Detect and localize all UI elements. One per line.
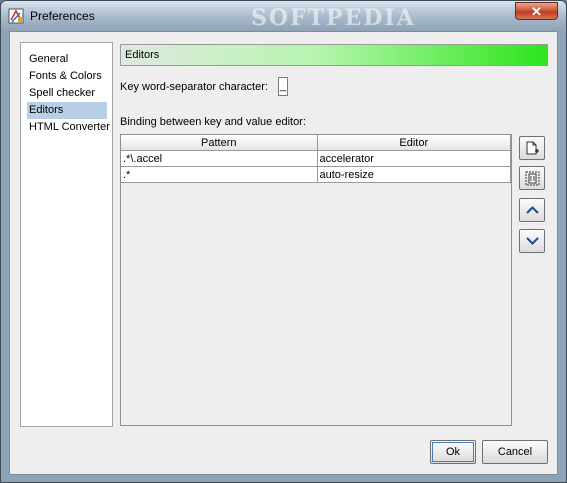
category-list: General Fonts & Colors Spell checker Edi… <box>20 42 113 427</box>
separator-input[interactable]: _ <box>278 77 288 96</box>
title-bar[interactable]: Preferences SOFTPEDIA ✕ <box>1 1 566 31</box>
column-header-pattern[interactable]: Pattern <box>121 135 318 151</box>
delete-row-icon <box>525 171 540 186</box>
category-item-spell-checker[interactable]: Spell checker <box>27 85 107 102</box>
separator-label: Key word-separator character: <box>120 81 268 93</box>
preferences-window: Preferences SOFTPEDIA ✕ General Fonts & … <box>0 0 567 483</box>
app-icon <box>8 8 24 24</box>
add-row-button[interactable] <box>519 136 545 160</box>
add-row-icon <box>526 141 539 155</box>
ok-button[interactable]: Ok <box>430 440 476 464</box>
watermark: SOFTPEDIA <box>251 5 416 31</box>
cell-editor[interactable]: accelerator <box>317 150 511 167</box>
cell-pattern[interactable]: .* <box>121 166 318 183</box>
move-up-icon <box>526 206 539 214</box>
binding-label: Binding between key and value editor: <box>120 116 306 128</box>
cell-editor[interactable]: auto-resize <box>317 166 511 183</box>
binding-table: Pattern Editor .*\.accel accelerator .* … <box>120 134 512 426</box>
column-header-editor[interactable]: Editor <box>317 135 511 151</box>
window-title: Preferences <box>30 9 95 23</box>
cell-pattern[interactable]: .*\.accel <box>121 150 318 167</box>
panel-header: Editors <box>120 44 548 66</box>
delete-row-button[interactable] <box>519 166 545 190</box>
move-down-button[interactable] <box>519 229 545 253</box>
category-item-html-converter[interactable]: HTML Converter <box>27 119 110 136</box>
close-button[interactable]: ✕ <box>515 2 558 20</box>
move-down-icon <box>526 237 539 245</box>
dialog-content: General Fonts & Colors Spell checker Edi… <box>9 31 558 475</box>
category-item-general[interactable]: General <box>27 51 107 68</box>
table-row[interactable]: .* auto-resize <box>121 166 511 183</box>
category-item-editors[interactable]: Editors <box>27 102 107 119</box>
move-up-button[interactable] <box>519 198 545 222</box>
cancel-button[interactable]: Cancel <box>482 440 548 464</box>
panel-header-title: Editors <box>125 49 160 61</box>
table-row[interactable]: .*\.accel accelerator <box>121 150 511 167</box>
category-item-fonts-colors[interactable]: Fonts & Colors <box>27 68 107 85</box>
